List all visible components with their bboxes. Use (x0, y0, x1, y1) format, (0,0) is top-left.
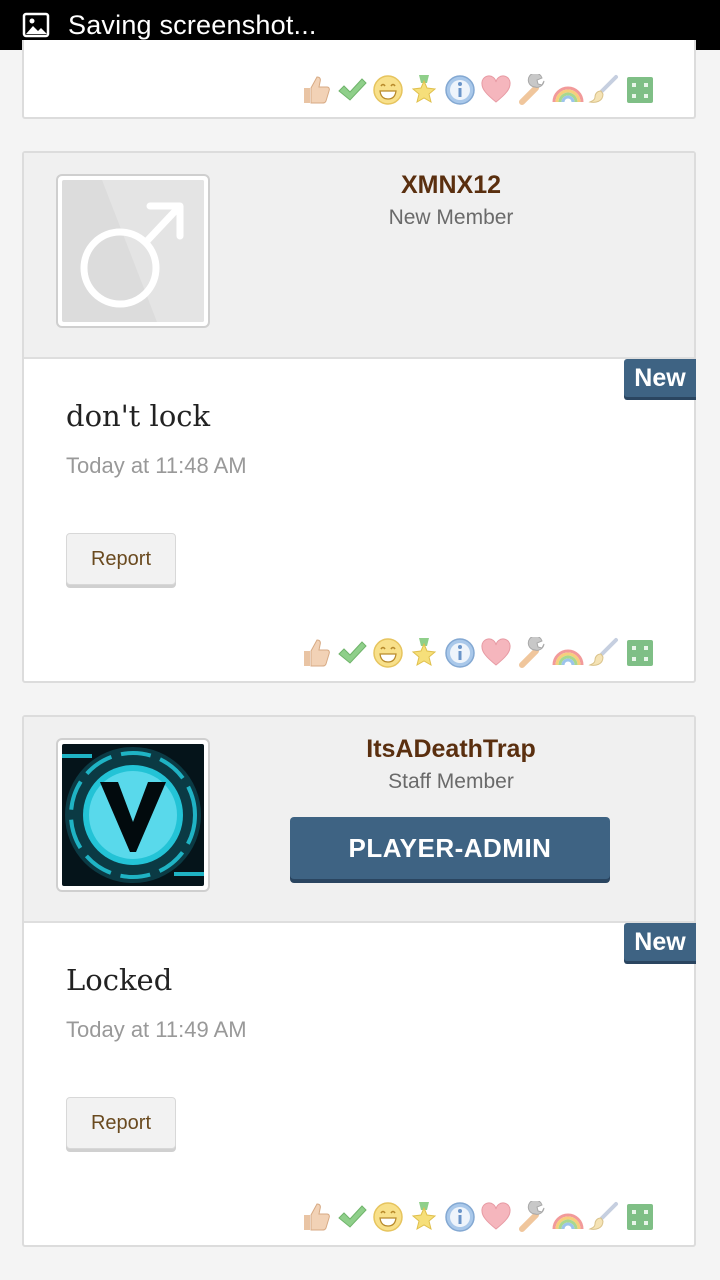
agree-icon[interactable] (334, 72, 369, 107)
creative-icon[interactable] (550, 635, 585, 670)
like-icon[interactable] (298, 72, 333, 107)
friendly-icon[interactable] (622, 1199, 657, 1234)
post-timestamp[interactable]: Today at 11:49 AM (66, 1017, 247, 1043)
informative-icon[interactable] (442, 635, 477, 670)
user-info: ItsADeathTrap Staff Member PLAYER-ADMIN (24, 717, 694, 923)
username[interactable]: XMNX12 (254, 171, 648, 200)
message-text: Locked (66, 963, 173, 997)
informative-icon[interactable] (442, 72, 477, 107)
funny-icon[interactable] (370, 72, 405, 107)
username[interactable]: ItsADeathTrap (254, 735, 648, 764)
winner-icon[interactable] (406, 72, 441, 107)
artistic-icon[interactable] (586, 72, 621, 107)
avatar[interactable] (56, 174, 210, 328)
post: XMNX12 New Member New don't lock Today a… (22, 151, 696, 683)
previous-post-footer (22, 40, 696, 119)
creative-icon[interactable] (550, 72, 585, 107)
reaction-bar (298, 1199, 657, 1234)
funny-icon[interactable] (370, 1199, 405, 1234)
v-logo-avatar-icon (62, 744, 204, 886)
agree-icon[interactable] (334, 1199, 369, 1234)
creative-icon[interactable] (550, 1199, 585, 1234)
like-icon[interactable] (298, 1199, 333, 1234)
artistic-icon[interactable] (586, 635, 621, 670)
love-icon[interactable] (478, 72, 513, 107)
post: ItsADeathTrap Staff Member PLAYER-ADMIN … (22, 715, 696, 1247)
winner-icon[interactable] (406, 635, 441, 670)
informative-icon[interactable] (442, 1199, 477, 1234)
message-text: don't lock (66, 399, 211, 433)
reaction-bar (298, 635, 657, 670)
artistic-icon[interactable] (586, 1199, 621, 1234)
love-icon[interactable] (478, 635, 513, 670)
useful-icon[interactable] (514, 635, 549, 670)
user-title: Staff Member (388, 770, 514, 793)
useful-icon[interactable] (514, 1199, 549, 1234)
agree-icon[interactable] (334, 635, 369, 670)
friendly-icon[interactable] (622, 635, 657, 670)
winner-icon[interactable] (406, 1199, 441, 1234)
post-timestamp[interactable]: Today at 11:48 AM (66, 453, 247, 479)
user-title: New Member (388, 206, 514, 229)
avatar[interactable] (56, 738, 210, 892)
male-avatar-icon (62, 180, 204, 322)
report-button[interactable]: Report (66, 1097, 176, 1149)
user-info: XMNX12 New Member (24, 153, 694, 359)
new-badge: New (624, 923, 696, 961)
status-text: Saving screenshot... (68, 9, 317, 40)
like-icon[interactable] (298, 635, 333, 670)
friendly-icon[interactable] (622, 72, 657, 107)
funny-icon[interactable] (370, 635, 405, 670)
reaction-bar (298, 72, 657, 107)
image-icon (22, 12, 50, 38)
new-badge: New (624, 359, 696, 397)
report-button[interactable]: Report (66, 533, 176, 585)
love-icon[interactable] (478, 1199, 513, 1234)
useful-icon[interactable] (514, 72, 549, 107)
user-banner: PLAYER-ADMIN (290, 817, 610, 879)
